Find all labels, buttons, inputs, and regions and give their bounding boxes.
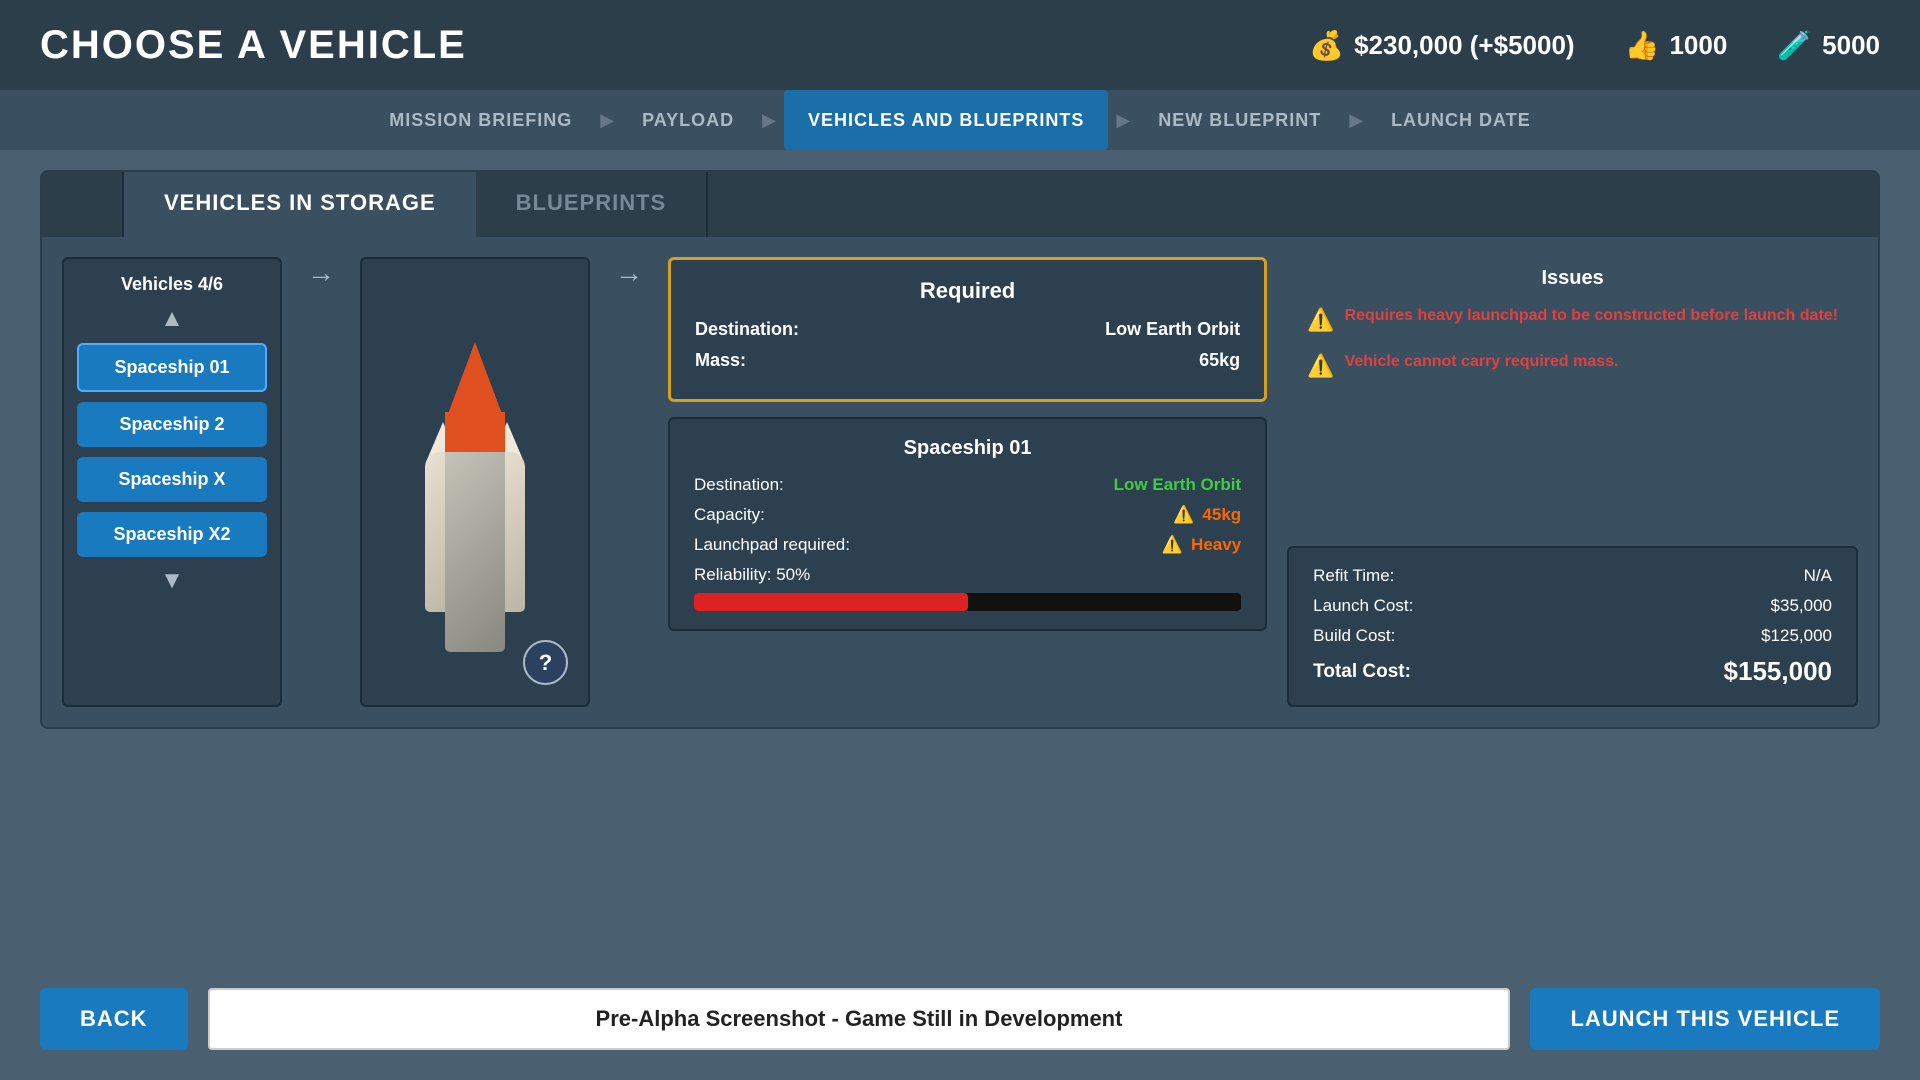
nav-new-blueprint[interactable]: NEW BLUEPRINT bbox=[1138, 110, 1341, 131]
vehicle-launchpad-row: Launchpad required: ⚠️ Heavy bbox=[694, 535, 1241, 555]
vehicle-list-panel: Vehicles 4/6 ▲ Spaceship 01 Spaceship 2 … bbox=[62, 257, 282, 707]
money-stat: 💰 $230,000 (+$5000) bbox=[1309, 29, 1574, 62]
thumbs-stat: 👍 1000 bbox=[1625, 29, 1728, 62]
vehicle-list-down-button[interactable]: ▼ bbox=[160, 567, 184, 595]
tab-spacer bbox=[708, 172, 1878, 237]
issues-title: Issues bbox=[1307, 267, 1838, 290]
refit-time-label: Refit Time: bbox=[1313, 566, 1394, 586]
vehicle-capacity-row: Capacity: ⚠️ 45kg bbox=[694, 505, 1241, 525]
tab-spacer-left bbox=[42, 172, 124, 237]
content-area: Vehicles 4/6 ▲ Spaceship 01 Spaceship 2 … bbox=[42, 237, 1878, 727]
thumbs-icon: 👍 bbox=[1625, 29, 1660, 62]
vehicle-list-up-button[interactable]: ▲ bbox=[160, 305, 184, 333]
capacity-warn-icon: ⚠️ bbox=[1173, 505, 1194, 525]
nav-vehicles-blueprints[interactable]: VEHICLES AND BLUEPRINTS bbox=[784, 90, 1108, 150]
vehicle-destination-label: Destination: bbox=[694, 475, 784, 495]
help-button[interactable]: ? bbox=[523, 640, 568, 685]
main-content: VEHICLES IN STORAGE BLUEPRINTS Vehicles … bbox=[40, 170, 1880, 729]
issue-warn-icon-0: ⚠️ bbox=[1307, 307, 1334, 333]
right-panels: Required Destination: Low Earth Orbit Ma… bbox=[668, 257, 1267, 707]
cost-panel: Refit Time: N/A Launch Cost: $35,000 Bui… bbox=[1287, 546, 1858, 707]
total-cost-row: Total Cost: $155,000 bbox=[1313, 656, 1832, 687]
nav-payload[interactable]: PAYLOAD bbox=[622, 110, 754, 131]
launch-button[interactable]: LAUNCH THIS VEHICLE bbox=[1530, 988, 1880, 1050]
vehicle-capacity-value: ⚠️ 45kg bbox=[1173, 505, 1241, 525]
required-panel: Required Destination: Low Earth Orbit Ma… bbox=[668, 257, 1267, 402]
vehicle-button-1[interactable]: Spaceship 2 bbox=[77, 402, 267, 447]
issue-text-1: Vehicle cannot carry required mass. bbox=[1345, 351, 1619, 373]
footer: BACK Pre-Alpha Screenshot - Game Still i… bbox=[40, 988, 1880, 1050]
money-icon: 💰 bbox=[1309, 29, 1344, 62]
thumbs-value: 1000 bbox=[1669, 30, 1727, 61]
required-mass-value: 65kg bbox=[1199, 350, 1240, 371]
vehicle-launchpad-label: Launchpad required: bbox=[694, 535, 850, 555]
launch-cost-row: Launch Cost: $35,000 bbox=[1313, 596, 1832, 616]
nav-arrow-4: ▶ bbox=[1341, 110, 1371, 131]
arrow-to-info: → bbox=[610, 257, 648, 707]
arrow-to-preview: → bbox=[302, 257, 340, 707]
vehicle-reliability-label: Reliability: 50% bbox=[694, 565, 1241, 585]
issue-warn-icon-1: ⚠️ bbox=[1307, 353, 1334, 379]
tab-vehicles-in-storage[interactable]: VEHICLES IN STORAGE bbox=[124, 172, 476, 237]
issue-text-0: Requires heavy launchpad to be construct… bbox=[1345, 305, 1838, 327]
required-title: Required bbox=[695, 278, 1240, 304]
vehicle-button-2[interactable]: Spaceship X bbox=[77, 457, 267, 502]
stats-bar: 💰 $230,000 (+$5000) 👍 1000 🧪 5000 bbox=[1309, 29, 1880, 62]
required-mass-row: Mass: 65kg bbox=[695, 350, 1240, 371]
vehicle-destination-value: Low Earth Orbit bbox=[1114, 475, 1242, 495]
vehicle-info-title: Spaceship 01 bbox=[694, 437, 1241, 460]
flask-value: 5000 bbox=[1822, 30, 1880, 61]
vehicle-capacity-label: Capacity: bbox=[694, 505, 765, 525]
required-destination-row: Destination: Low Earth Orbit bbox=[695, 319, 1240, 340]
page-title: CHOOSE A VEHICLE bbox=[40, 23, 467, 68]
rocket-nose bbox=[445, 342, 505, 422]
launch-cost-value: $35,000 bbox=[1771, 596, 1832, 616]
issue-item-0: ⚠️ Requires heavy launchpad to be constr… bbox=[1307, 305, 1838, 333]
nav-launch-date[interactable]: LAUNCH DATE bbox=[1371, 110, 1551, 131]
flask-icon: 🧪 bbox=[1777, 29, 1812, 62]
flask-stat: 🧪 5000 bbox=[1777, 29, 1880, 62]
header: CHOOSE A VEHICLE 💰 $230,000 (+$5000) 👍 1… bbox=[0, 0, 1920, 90]
back-button[interactable]: BACK bbox=[40, 988, 188, 1050]
issues-panel: Issues ⚠️ Requires heavy launchpad to be… bbox=[1287, 257, 1858, 531]
nav-mission-briefing[interactable]: MISSION BRIEFING bbox=[369, 110, 592, 131]
required-mass-label: Mass: bbox=[695, 350, 746, 371]
issue-item-1: ⚠️ Vehicle cannot carry required mass. bbox=[1307, 351, 1838, 379]
build-cost-row: Build Cost: $125,000 bbox=[1313, 626, 1832, 646]
vehicle-button-0[interactable]: Spaceship 01 bbox=[77, 343, 267, 392]
vehicle-preview: ? bbox=[360, 257, 590, 707]
dev-notice: Pre-Alpha Screenshot - Game Still in Dev… bbox=[208, 988, 1511, 1050]
launchpad-warn-icon: ⚠️ bbox=[1162, 535, 1183, 555]
vehicle-info-panel: Spaceship 01 Destination: Low Earth Orbi… bbox=[668, 417, 1267, 631]
vehicle-count: Vehicles 4/6 bbox=[121, 274, 223, 295]
required-destination-value: Low Earth Orbit bbox=[1105, 319, 1240, 340]
vehicle-destination-row: Destination: Low Earth Orbit bbox=[694, 475, 1241, 495]
total-cost-value: $155,000 bbox=[1724, 656, 1832, 687]
required-destination-label: Destination: bbox=[695, 319, 799, 340]
nav-arrow-3: ▶ bbox=[1108, 110, 1138, 131]
launch-cost-label: Launch Cost: bbox=[1313, 596, 1413, 616]
reliability-progress-fill bbox=[694, 593, 968, 611]
nav-arrow-1: ▶ bbox=[592, 110, 622, 131]
reliability-progress-bg bbox=[694, 593, 1241, 611]
total-cost-label: Total Cost: bbox=[1313, 661, 1411, 683]
refit-time-value: N/A bbox=[1804, 566, 1832, 586]
vehicle-launchpad-value: ⚠️ Heavy bbox=[1162, 535, 1241, 555]
tabs: VEHICLES IN STORAGE BLUEPRINTS bbox=[42, 172, 1878, 237]
nav-arrow-2: ▶ bbox=[754, 110, 784, 131]
vehicle-button-3[interactable]: Spaceship X2 bbox=[77, 512, 267, 557]
refit-time-row: Refit Time: N/A bbox=[1313, 566, 1832, 586]
tab-blueprints[interactable]: BLUEPRINTS bbox=[476, 172, 709, 237]
build-cost-value: $125,000 bbox=[1761, 626, 1832, 646]
vehicle-reliability-row: Reliability: 50% bbox=[694, 565, 1241, 611]
build-cost-label: Build Cost: bbox=[1313, 626, 1395, 646]
money-value: $230,000 (+$5000) bbox=[1354, 30, 1574, 61]
nav-bar: MISSION BRIEFING ▶ PAYLOAD ▶ VEHICLES AN… bbox=[0, 90, 1920, 150]
